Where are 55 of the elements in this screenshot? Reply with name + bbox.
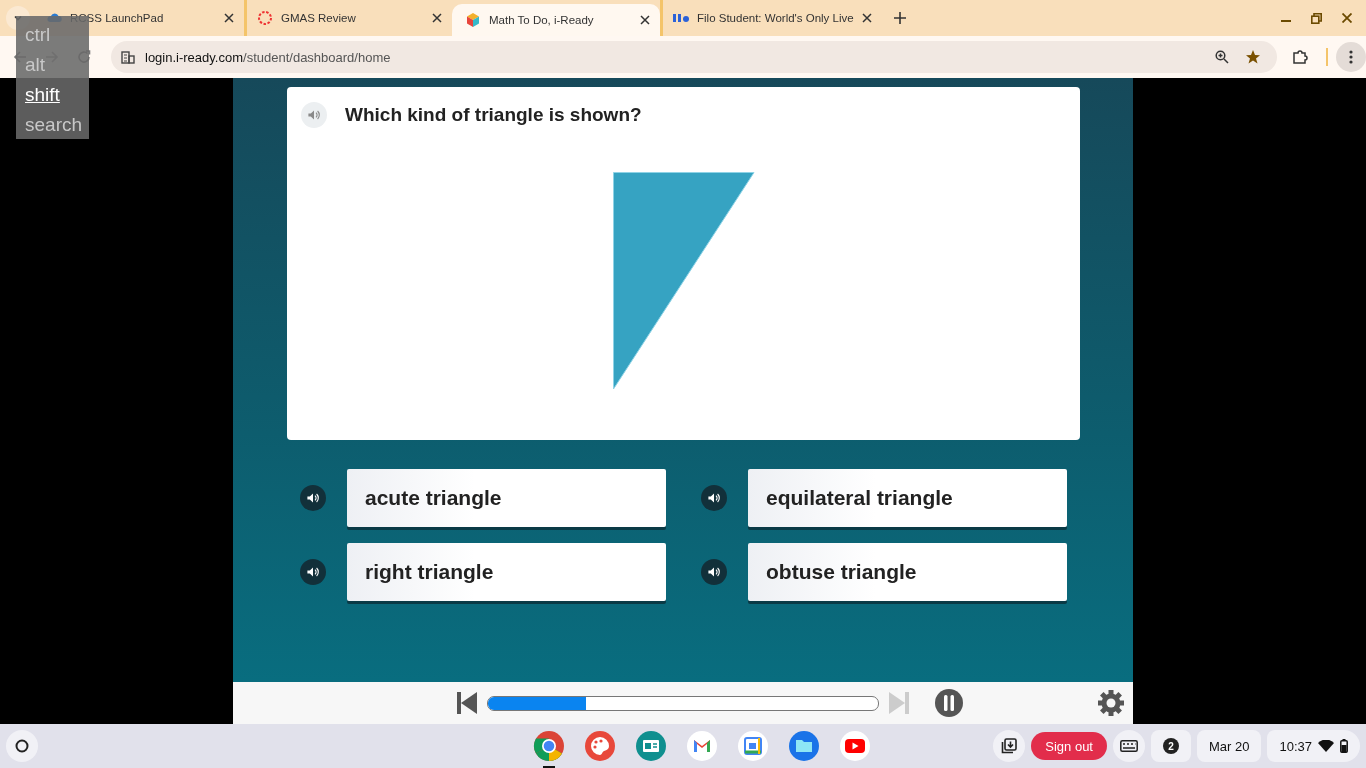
launcher-button[interactable]	[6, 730, 38, 762]
keyboard-button[interactable]	[1113, 730, 1145, 762]
browser-icon[interactable]	[533, 730, 565, 762]
close-icon[interactable]	[432, 13, 442, 23]
pause-button[interactable]	[935, 689, 963, 717]
close-icon[interactable]	[640, 15, 650, 25]
filo-logo-icon	[673, 13, 689, 23]
mail-icon[interactable]	[686, 730, 718, 762]
answer-button[interactable]: acute triangle	[347, 469, 666, 527]
wifi-icon	[1318, 740, 1334, 752]
more-icon[interactable]	[1349, 50, 1353, 64]
clock-time: 10:37	[1279, 738, 1312, 754]
question-text: Which kind of triangle is shown?	[345, 104, 642, 126]
answer-button[interactable]: obtuse triangle	[748, 543, 1067, 601]
launcher-icon[interactable]	[15, 739, 29, 753]
clipboard-icon[interactable]	[1001, 738, 1018, 754]
date-button[interactable]: Mar 20	[1197, 730, 1262, 762]
site-info-icon[interactable]	[121, 50, 135, 64]
url-text: login.i-ready.com/student/dashboard/home	[145, 49, 391, 65]
sign-out-button[interactable]: Sign out	[1031, 732, 1107, 760]
notification-count: 2	[1163, 738, 1179, 754]
modifier-key: ctrl	[25, 20, 51, 50]
notification-button[interactable]: 2	[1151, 730, 1191, 762]
close-icon[interactable]	[224, 13, 234, 23]
play-icon[interactable]	[839, 730, 871, 762]
folder-icon[interactable]	[788, 730, 820, 762]
browser-tab[interactable]: Math To Do, i-Ready	[452, 4, 660, 36]
extensions-icon[interactable]	[1292, 49, 1308, 65]
new-tab-icon[interactable]	[893, 12, 906, 24]
keyboard-icon[interactable]	[1120, 740, 1138, 752]
calendar-icon[interactable]	[737, 730, 769, 762]
address-bar[interactable]: login.i-ready.com/student/dashboard/home	[111, 41, 1277, 73]
clipboard-button[interactable]	[993, 730, 1026, 762]
zoom-icon[interactable]	[1215, 50, 1229, 64]
speaker-button[interactable]	[701, 559, 727, 585]
ring-icon	[257, 10, 273, 26]
palette-icon[interactable]	[584, 730, 616, 762]
modifier-key: shift	[25, 80, 60, 110]
star-icon[interactable]	[1245, 49, 1261, 65]
speaker-button[interactable]	[701, 485, 727, 511]
status-area[interactable]: 10:37	[1267, 730, 1360, 762]
board-icon[interactable]	[635, 730, 667, 762]
answer-button[interactable]: equilateral triangle	[748, 469, 1067, 527]
skip-back-icon[interactable]	[457, 692, 477, 714]
speaker-button[interactable]	[300, 485, 326, 511]
battery-icon	[1340, 739, 1348, 753]
modifier-key: search	[25, 110, 83, 140]
settings-icon[interactable]	[1097, 689, 1125, 717]
restore-icon[interactable]	[1311, 12, 1322, 24]
cube-icon	[465, 12, 481, 28]
close-icon[interactable]	[861, 13, 872, 23]
close-icon[interactable]	[1342, 13, 1352, 23]
answer-button[interactable]: right triangle	[347, 543, 666, 601]
speaker-button[interactable]	[300, 559, 326, 585]
modifier-key: alt	[25, 50, 46, 80]
